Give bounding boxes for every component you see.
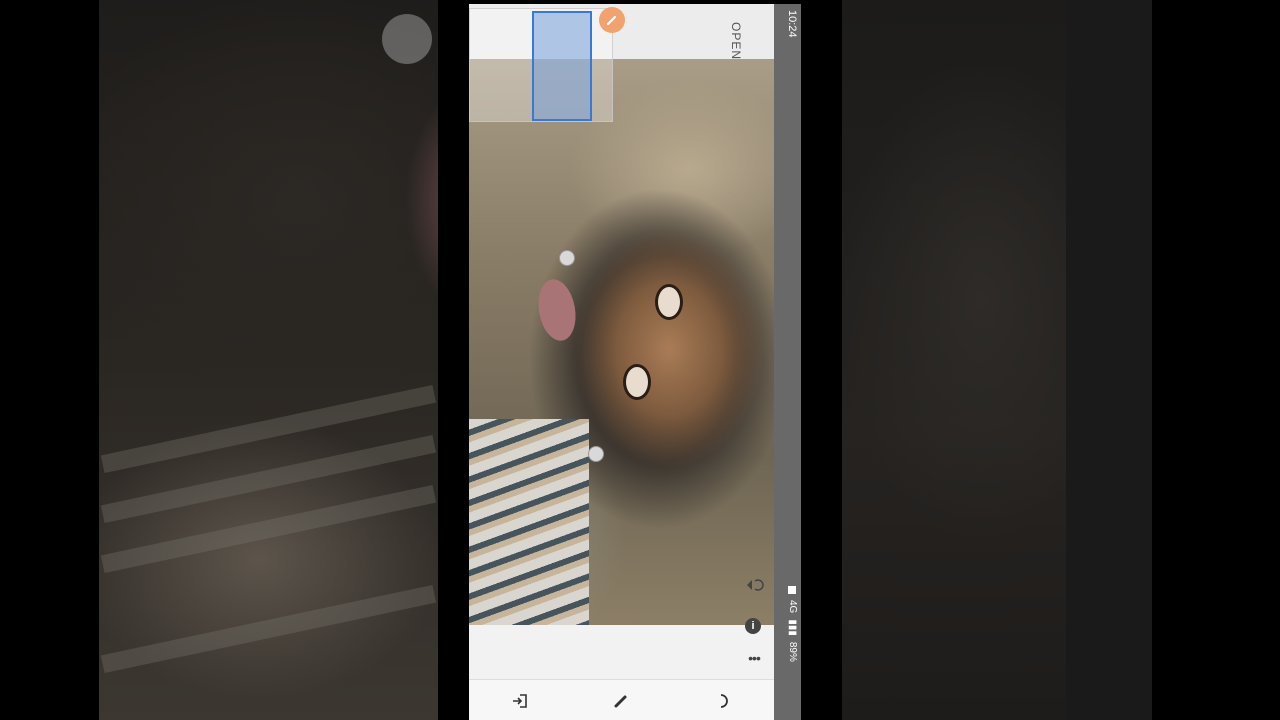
status-time: 10:24	[786, 10, 798, 38]
edited-photo[interactable]	[469, 59, 774, 625]
status-indicators: 4G ▮▮▮ 89%	[787, 586, 798, 662]
more-options-icon[interactable]: •••	[745, 650, 763, 666]
exit-icon[interactable]	[506, 687, 534, 715]
photo-eye	[623, 364, 651, 400]
photo-eye	[655, 284, 683, 320]
moon-icon[interactable]	[709, 687, 737, 715]
notification-icon	[788, 586, 797, 594]
blurred-backdrop-right	[842, 0, 1066, 720]
network-label: 4G	[787, 600, 798, 614]
blurred-backdrop-left	[99, 0, 438, 720]
battery-text: 89%	[787, 641, 798, 662]
status-bar: 10:24 4G ▮▮▮ 89%	[774, 4, 801, 720]
crop-handle-bottom[interactable]	[588, 446, 604, 462]
info-icon[interactable]: i	[745, 618, 761, 634]
blurred-handle-dot	[382, 14, 432, 64]
brush-badge-icon[interactable]	[599, 7, 625, 33]
crop-handle-top[interactable]	[559, 250, 575, 266]
backdrop-edge	[1066, 0, 1152, 720]
selection-rectangle[interactable]	[532, 11, 592, 121]
phone-screen: OPEN i ••• 10:24 4G ▮▮▮ 89%	[469, 4, 801, 720]
photo-shirt	[469, 419, 589, 625]
open-button[interactable]: OPEN	[729, 22, 743, 60]
photo-lips	[533, 276, 581, 344]
signal-icon: ▮▮▮	[787, 619, 798, 636]
bottom-toolbar	[469, 679, 774, 720]
pencil-icon[interactable]	[607, 687, 635, 715]
compare-icon[interactable]	[745, 575, 765, 595]
